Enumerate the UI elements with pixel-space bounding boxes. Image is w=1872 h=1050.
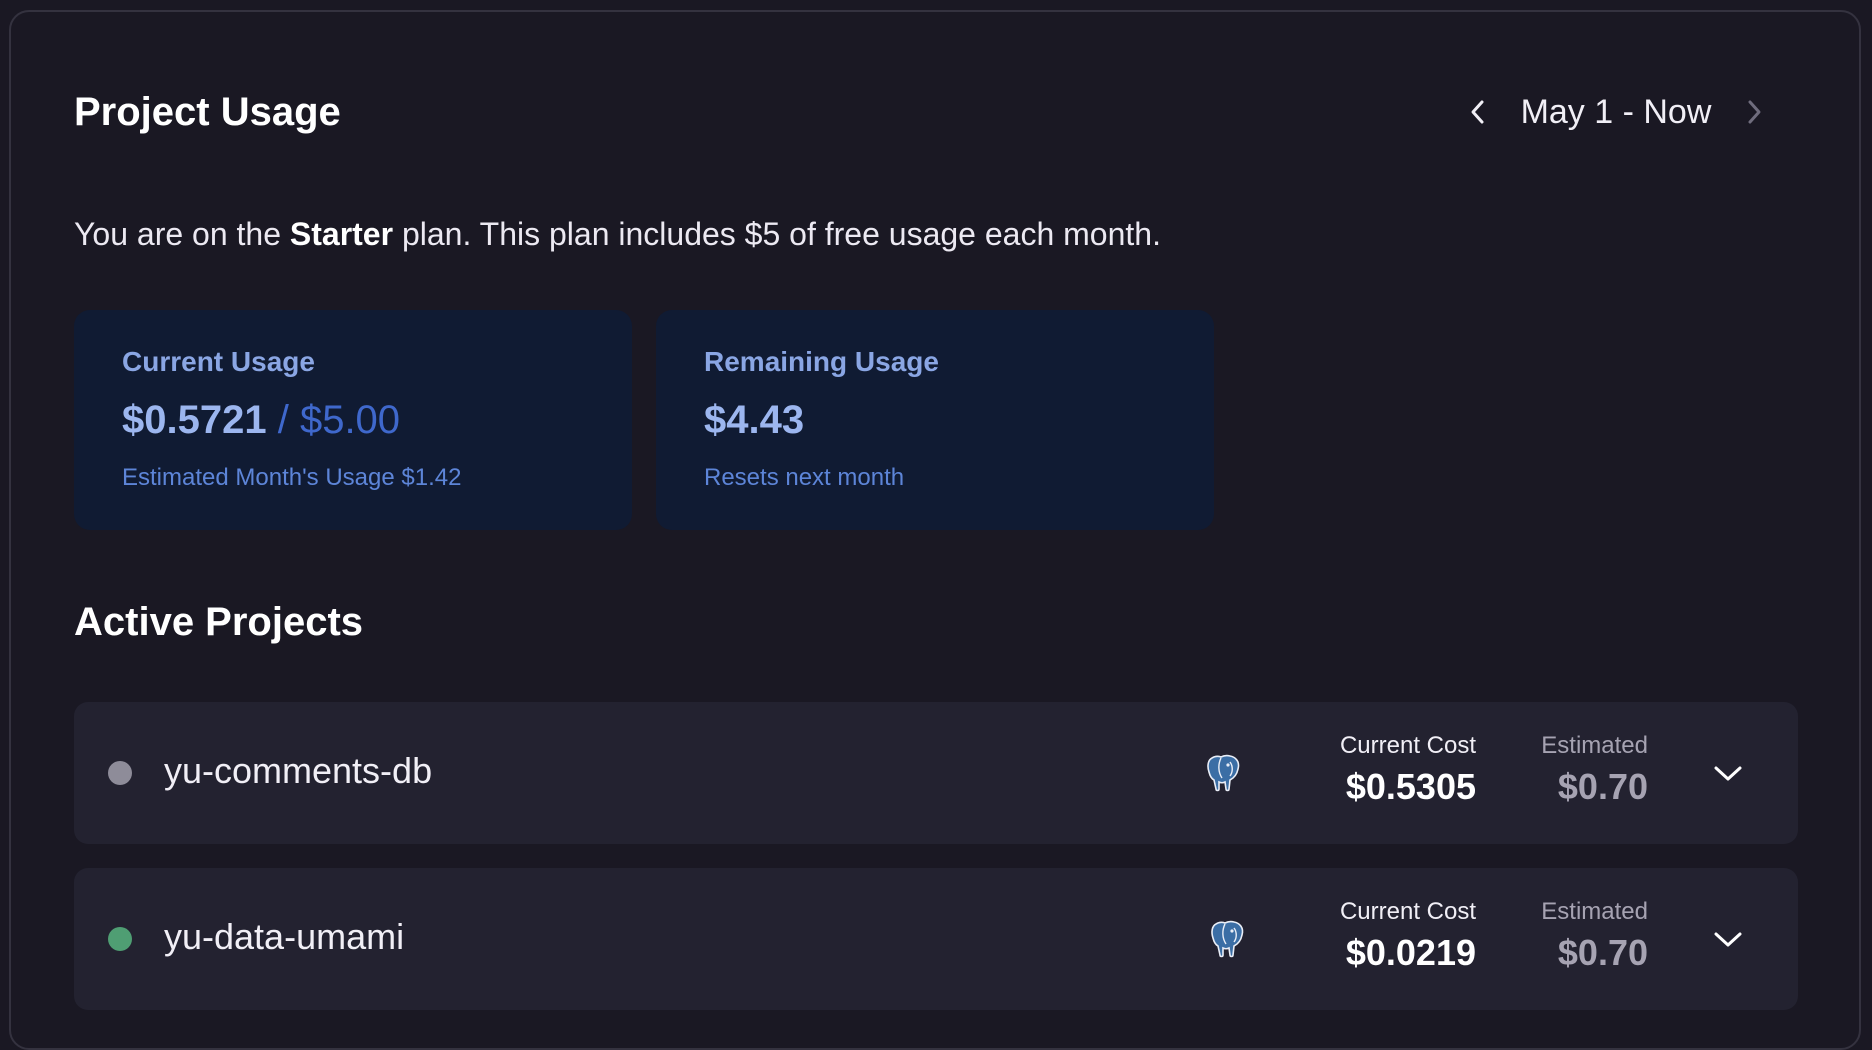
estimated-cost: Estimated $0.70 xyxy=(1541,896,1648,978)
date-range-navigator: May 1 - Now xyxy=(1450,84,1790,140)
status-indicator xyxy=(108,761,132,785)
chevron-down-icon xyxy=(1714,932,1742,947)
current-cost-label: Current Cost xyxy=(1339,732,1476,759)
current-usage-amount: $0.5721 xyxy=(122,398,267,442)
previous-period-button[interactable] xyxy=(1450,84,1506,140)
remaining-usage-card: Remaining Usage $4.43 Resets next month xyxy=(656,310,1214,530)
project-name: yu-data-umami xyxy=(164,916,405,957)
date-range-label: May 1 - Now xyxy=(1520,92,1712,131)
current-usage-card: Current Usage $0.5721 / $5.00 Estimated … xyxy=(74,310,632,530)
current-cost-value: $0.0219 xyxy=(1345,932,1476,973)
active-projects-title: Active Projects xyxy=(74,600,364,644)
estimated-value: $0.70 xyxy=(1557,766,1648,807)
next-period-button[interactable] xyxy=(1726,84,1782,140)
current-cost-value: $0.5305 xyxy=(1345,766,1476,807)
chevron-left-icon xyxy=(1471,100,1484,124)
postgres-elephant-icon xyxy=(1211,920,1244,958)
postgres-elephant-icon xyxy=(1207,754,1240,792)
reset-note: Resets next month xyxy=(704,464,905,491)
remaining-usage-value: $4.43 xyxy=(704,398,805,442)
project-row[interactable]: yu-data-umami Current Cost $0.0219 Estim… xyxy=(74,868,1798,1010)
chevron-right-icon xyxy=(1748,100,1761,124)
plan-description: You are on the Starter plan. This plan i… xyxy=(74,212,1161,256)
expand-project-button[interactable] xyxy=(1704,915,1752,963)
status-indicator xyxy=(108,927,132,951)
usage-limit: / $5.00 xyxy=(277,398,401,442)
current-cost: Current Cost $0.0219 xyxy=(1340,896,1476,978)
estimated-label: Estimated xyxy=(1541,898,1648,925)
current-cost: Current Cost $0.5305 xyxy=(1340,730,1476,812)
page-title: Project Usage xyxy=(74,90,341,134)
plan-name: Starter xyxy=(289,216,394,252)
current-cost-label: Current Cost xyxy=(1339,898,1476,925)
chevron-down-icon xyxy=(1714,766,1742,781)
plan-text-before: You are on the xyxy=(74,216,290,252)
current-usage-label: Current Usage xyxy=(122,346,315,377)
estimated-cost: Estimated $0.70 xyxy=(1541,730,1648,812)
estimated-value: $0.70 xyxy=(1557,932,1648,973)
expand-project-button[interactable] xyxy=(1704,749,1752,797)
remaining-usage-label: Remaining Usage xyxy=(704,346,939,377)
plan-text-after: plan. This plan includes $5 of free usag… xyxy=(393,216,1161,252)
project-row[interactable]: yu-comments-db Current Cost $0.5305 Esti… xyxy=(74,702,1798,844)
project-name: yu-comments-db xyxy=(164,750,433,791)
estimated-label: Estimated xyxy=(1541,732,1648,759)
estimated-month-usage: Estimated Month's Usage $1.42 xyxy=(122,464,462,491)
current-usage-value: $0.5721 / $5.00 xyxy=(122,398,400,443)
